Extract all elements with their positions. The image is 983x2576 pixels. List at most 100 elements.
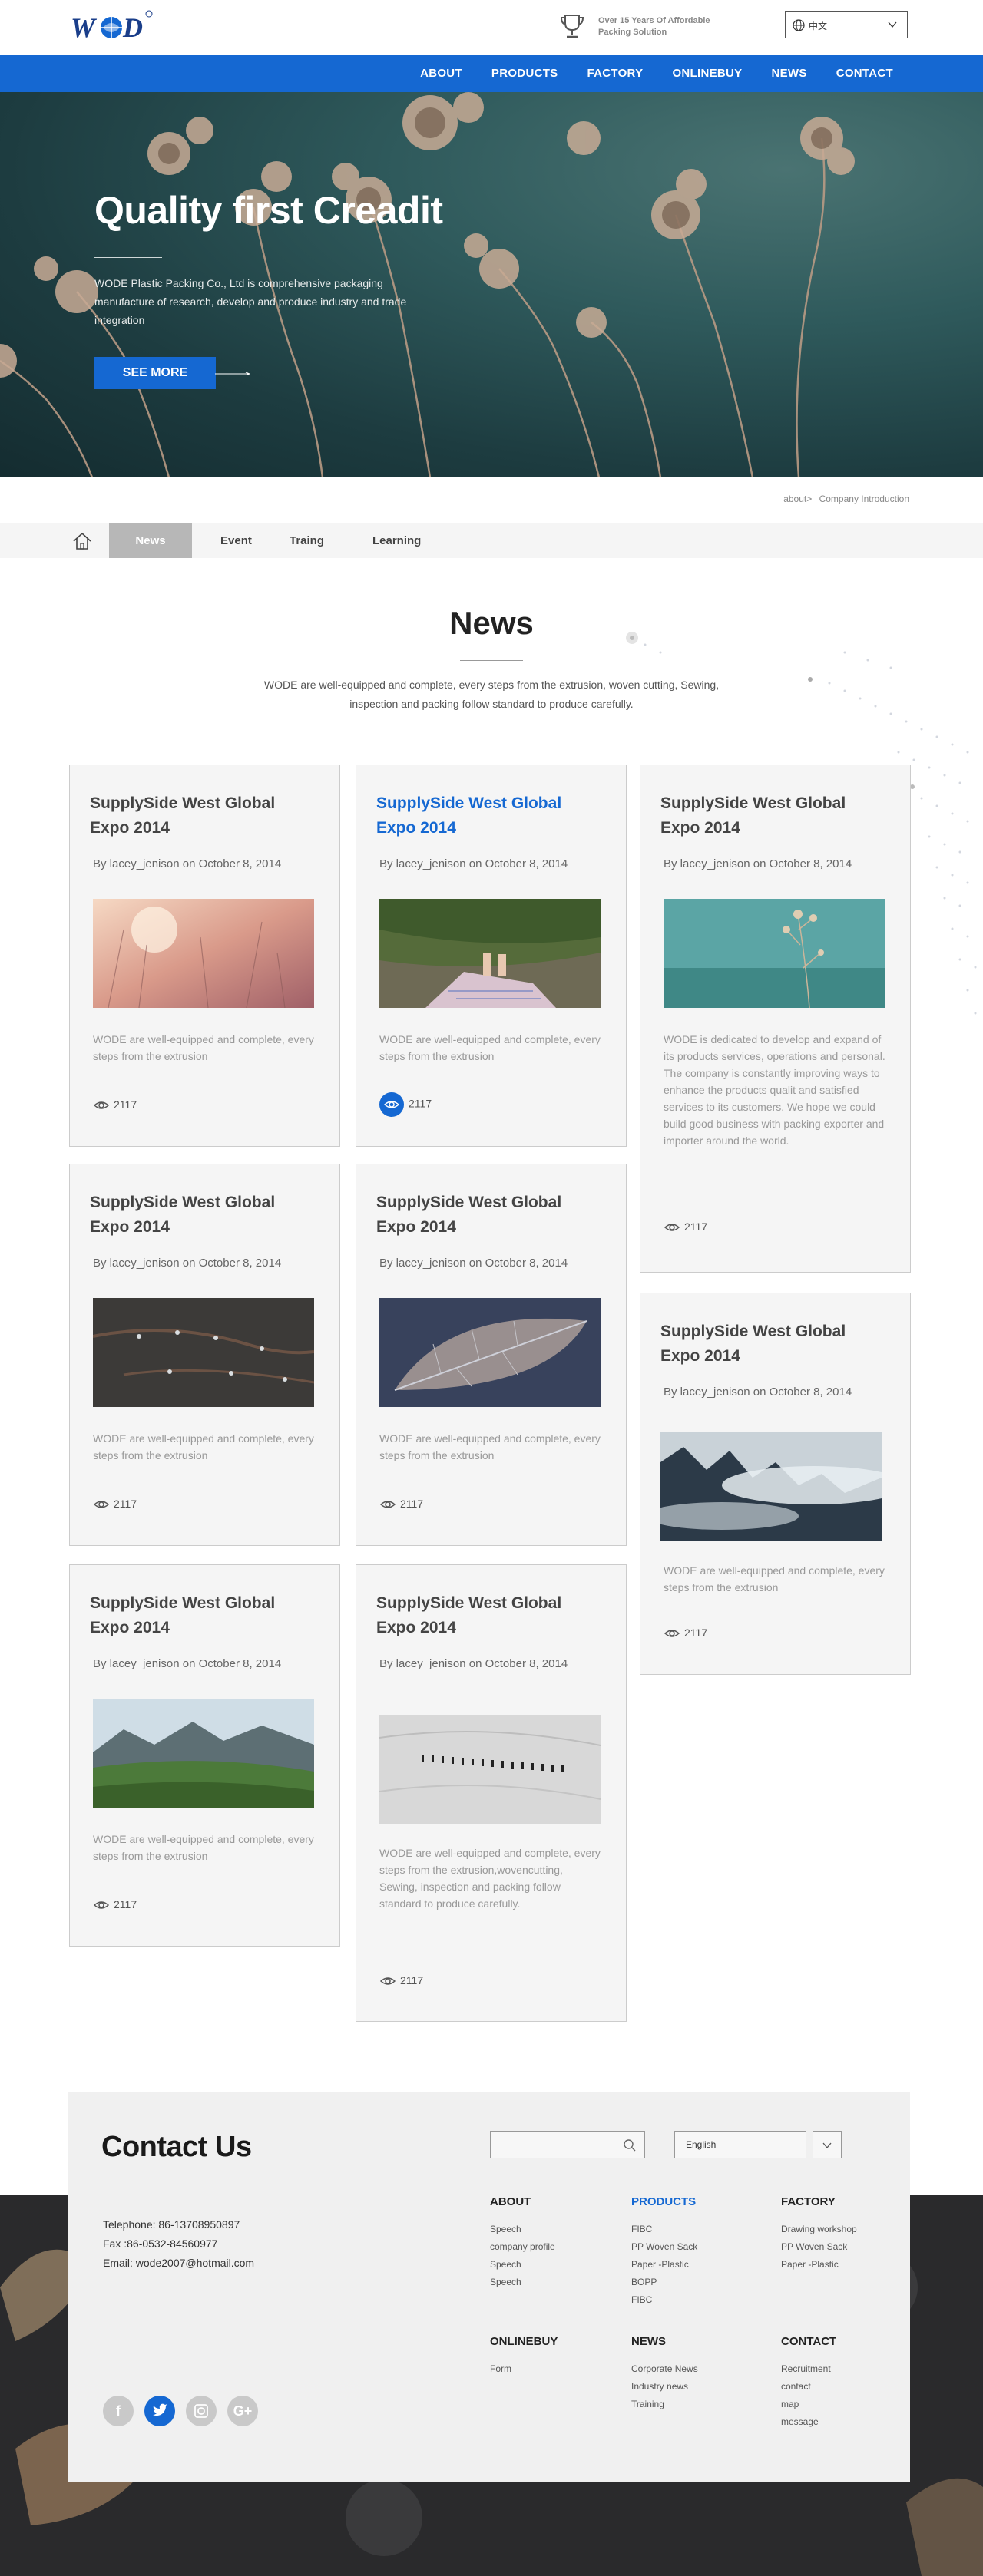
view-count: 2117 [400,1498,424,1510]
view-count: 2117 [114,1098,137,1111]
home-icon[interactable] [72,531,92,551]
news-card[interactable]: SupplySide West Global Expo 2014 By lace… [356,1564,627,2022]
card-title[interactable]: SupplySide West Global Expo 2014 [376,791,599,841]
tab-learning[interactable]: Learning [372,523,421,558]
footer-link[interactable]: Speech [490,2221,555,2238]
news-card[interactable]: SupplySide West Global Expo 2014 By lace… [640,1293,911,1675]
card-image-misty-forest[interactable] [660,1432,882,1541]
card-image-teal-plant[interactable] [664,899,885,1008]
nav-factory[interactable]: FACTORY [572,55,657,92]
footer-col-title[interactable]: ONLINEBUY [490,2335,558,2348]
footer-col-title[interactable]: CONTACT [781,2335,836,2348]
svg-text:D: D [122,12,143,43]
news-title: News [449,605,534,641]
news-card[interactable]: SupplySide West Global Expo 2014 By lace… [640,765,911,1273]
news-card[interactable]: SupplySide West Global Expo 2014 By lace… [69,765,340,1147]
footer-link[interactable]: BOPP [631,2274,697,2291]
wod-logo[interactable]: W D [69,8,154,46]
hero-banner: Quality first Creadit WODE Plastic Packi… [0,92,983,477]
card-views: 2117 [664,1218,707,1235]
footer-link[interactable]: Speech [490,2256,555,2274]
card-image-sunset-grass[interactable] [93,899,314,1008]
card-title[interactable]: SupplySide West Global Expo 2014 [376,1191,599,1240]
footer-link[interactable]: message [781,2413,836,2431]
news-card[interactable]: SupplySide West Global Expo 2014 By lace… [356,1164,627,1546]
card-title[interactable]: SupplySide West Global Expo 2014 [660,1319,883,1369]
view-count: 2117 [400,1974,424,1986]
nav-news[interactable]: NEWS [756,55,821,92]
footer-link[interactable]: Drawing workshop [781,2221,857,2238]
footer-link[interactable]: map [781,2396,836,2413]
footer-col-title[interactable]: ABOUT [490,2195,555,2208]
nav-about[interactable]: ABOUT [405,55,477,92]
footer-link[interactable]: Industry news [631,2378,698,2396]
breadcrumb-parent[interactable]: about> [783,494,812,504]
footer-link[interactable]: Corporate News [631,2360,698,2378]
card-title[interactable]: SupplySide West Global Expo 2014 [660,791,883,841]
footer-link[interactable]: Paper -Plastic [631,2256,697,2274]
tab-event[interactable]: Event [220,523,252,558]
footer-col-about: ABOUT Speech company profile Speech Spee… [490,2195,555,2291]
contact-title: Contact Us [101,2131,252,2163]
eye-icon [664,1224,680,1232]
card-image-green-valley[interactable] [93,1699,314,1808]
card-byline: By lacey_jenison on October 8, 2014 [664,857,852,870]
footer-link[interactable]: FIBC [631,2291,697,2309]
news-card[interactable]: SupplySide West Global Expo 2014 By lace… [69,1164,340,1546]
language-label: 中文 [809,21,828,31]
card-excerpt: WODE are well-equipped and complete, eve… [93,1432,314,1461]
tagline-line-2: Packing Solution [598,28,667,37]
footer-link[interactable]: Form [490,2360,558,2378]
google-plus-icon[interactable]: G+ [227,2396,258,2426]
main-nav: ABOUT PRODUCTS FACTORY ONLINEBUY NEWS CO… [0,55,983,92]
breadcrumb-current: Company Introduction [819,494,909,504]
search-icon[interactable] [623,2138,637,2152]
footer-link[interactable]: Paper -Plastic [781,2256,857,2274]
twitter-icon[interactable] [144,2396,175,2426]
card-views: 2117 [93,1495,137,1512]
social-links: f G+ [103,2396,269,2426]
footer-link[interactable]: Training [631,2396,698,2413]
news-card[interactable]: SupplySide West Global Expo 2014 By lace… [69,1564,340,1947]
contact-email[interactable]: Email: wode2007@hotmail.com [103,2254,254,2273]
nav-onlinebuy[interactable]: ONLINEBUY [657,55,756,92]
card-title[interactable]: SupplySide West Global Expo 2014 [376,1591,599,1640]
footer-search-input[interactable] [490,2131,645,2158]
nav-contact[interactable]: CONTACT [822,55,908,92]
card-image-rain-branch[interactable] [93,1298,314,1407]
card-title[interactable]: SupplySide West Global Expo 2014 [90,1191,313,1240]
card-title[interactable]: SupplySide West Global Expo 2014 [90,1591,313,1640]
footer-col-title[interactable]: FACTORY [781,2195,857,2208]
footer-col-title[interactable]: NEWS [631,2335,698,2348]
footer-link[interactable]: company profile [490,2238,555,2256]
footer-link[interactable]: FIBC [631,2221,697,2238]
footer-link[interactable]: PP Woven Sack [781,2238,857,2256]
footer-link[interactable]: Recruitment [781,2360,836,2378]
footer-col-title[interactable]: PRODUCTS [631,2195,697,2208]
news-card[interactable]: SupplySide West Global Expo 2014 By lace… [356,765,627,1147]
card-excerpt: WODE are well-equipped and complete, eve… [93,1833,314,1862]
news-subnav: News Event Traing Learning [0,523,983,558]
footer-link[interactable]: contact [781,2378,836,2396]
card-image-cliff-feet[interactable] [379,899,601,1008]
footer-language-select[interactable]: English [674,2131,806,2158]
language-select[interactable]: 中文 [785,11,908,38]
footer-link[interactable]: PP Woven Sack [631,2238,697,2256]
hero-description: WODE Plastic Packing Co., Ltd is compreh… [94,277,407,326]
eye-icon [379,1501,396,1509]
tab-traing[interactable]: Traing [290,523,324,558]
nav-products[interactable]: PRODUCTS [477,55,573,92]
instagram-icon[interactable] [186,2396,217,2426]
card-byline: By lacey_jenison on October 8, 2014 [93,1657,282,1670]
tab-news[interactable]: News [109,523,192,558]
card-image-snow-hikers[interactable] [379,1715,601,1824]
footer-link[interactable]: Speech [490,2274,555,2291]
see-more-button[interactable]: SEE MORE [94,357,216,389]
facebook-icon[interactable]: f [103,2396,134,2426]
footer-language-dropdown-button[interactable] [813,2131,842,2158]
breadcrumb: about> Company Introduction [779,494,909,504]
card-image-frost-leaf[interactable] [379,1298,601,1407]
trophy-icon [560,15,584,38]
site-header: W D Over 15 Years Of Affordable Packing … [0,0,983,55]
card-title[interactable]: SupplySide West Global Expo 2014 [90,791,313,841]
